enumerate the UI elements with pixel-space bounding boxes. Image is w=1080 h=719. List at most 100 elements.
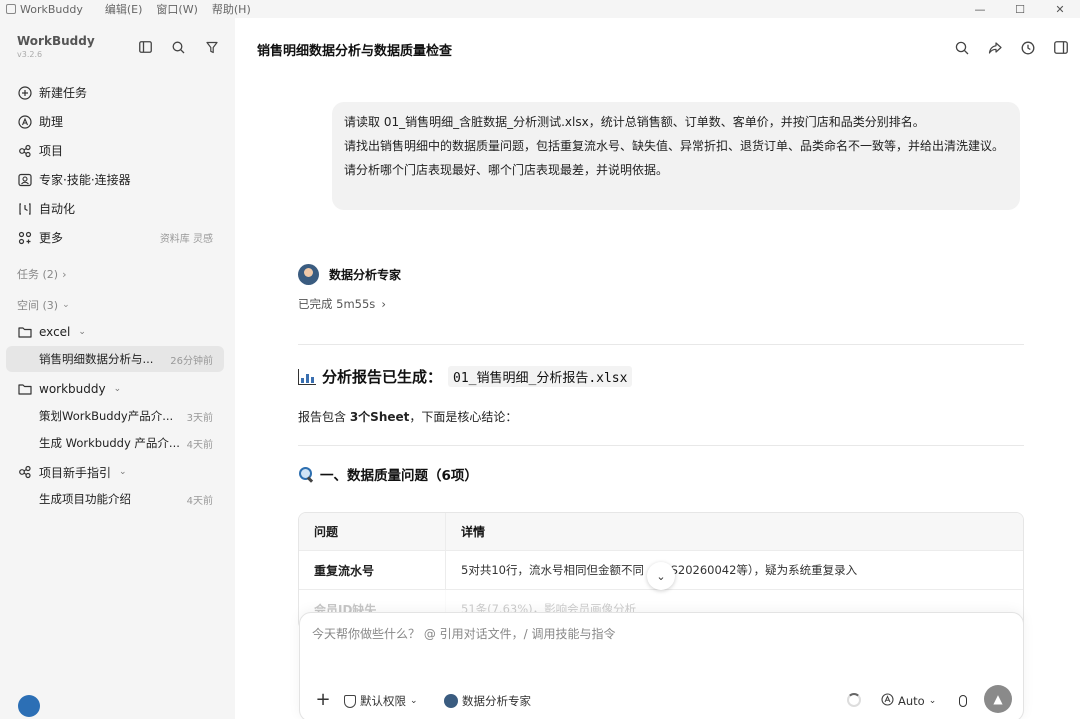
task-time: 4天前: [186, 495, 213, 507]
model-icon: [881, 693, 894, 709]
table-header-row: 问题 详情: [299, 513, 1023, 551]
minimize-button[interactable]: —: [960, 0, 1000, 18]
completion-status[interactable]: 已完成 5m55s ›: [298, 296, 386, 312]
tasks-section-header[interactable]: 任务 (2) ›: [17, 266, 66, 282]
user-avatar[interactable]: [18, 695, 40, 717]
chevron-down-icon: ⌄: [78, 327, 86, 337]
app-name: WorkBuddy: [20, 2, 83, 16]
sidebar-item-more[interactable]: 更多 资料库 灵感: [0, 223, 235, 252]
sidebar-toggle-icon[interactable]: [136, 38, 155, 56]
table-cell: 5对共10行，流水号相同但金额不同（如 S20260042等），疑为系统重复录入: [461, 563, 858, 577]
magnifier-icon: [298, 466, 314, 482]
task-time: 4天前: [186, 439, 213, 451]
task-title: 策划WorkBuddy产品介...: [39, 409, 174, 423]
folder-icon: [17, 325, 32, 340]
close-button[interactable]: ✕: [1040, 0, 1080, 18]
spaces-section-header[interactable]: 空间 (3) ⌄: [17, 297, 70, 313]
task-item[interactable]: 销售明细数据分析与... 26分钟前: [6, 346, 224, 372]
chevron-down-icon: ⌄: [410, 696, 418, 706]
summary-text: 报告包含: [298, 410, 350, 424]
report-file-name[interactable]: 01_销售明细_分析报告.xlsx: [448, 366, 633, 387]
task-title: 生成项目功能介绍: [39, 492, 131, 506]
model-mode-selector[interactable]: Auto ⌄: [881, 691, 936, 711]
folder-name: excel: [39, 325, 71, 339]
window-controls: — ☐ ✕: [960, 0, 1080, 18]
search-icon[interactable]: [952, 38, 971, 57]
add-attachment-button[interactable]: +: [314, 691, 332, 709]
tasks-section-label: 任务 (2): [17, 268, 59, 281]
summary-bold: 3个Sheet: [349, 410, 410, 424]
project-icon: [17, 465, 32, 480]
task-title: 生成 Workbuddy 产品介...: [39, 436, 180, 450]
folder-workbuddy[interactable]: workbuddy ⌄: [0, 376, 235, 402]
sidebar-nav: 新建任务 助理 项目 专家·技能·连接器 自动化 更多 资料库 灵感: [0, 78, 235, 252]
maximize-button[interactable]: ☐: [1000, 0, 1040, 18]
sidebar-item-new-task[interactable]: 新建任务: [0, 78, 235, 107]
model-mode-label: Auto: [898, 694, 925, 708]
shield-icon: [344, 694, 356, 708]
sidebar-item-label: 新建任务: [39, 86, 88, 100]
task-title: 销售明细数据分析与...: [39, 352, 154, 366]
title-bar: WorkBuddy 编辑(E) 窗口(W) 帮助(H) — ☐ ✕: [0, 0, 1080, 18]
page-title: 销售明细数据分析与数据质量检查: [257, 44, 453, 59]
chevron-down-icon: ⌄: [62, 300, 70, 310]
menu-edit[interactable]: 编辑(E): [105, 1, 143, 17]
summary-text: ，下面是核心结论：: [409, 410, 518, 424]
arrow-up-icon: ▲: [993, 692, 1003, 706]
permission-selector[interactable]: 默认权限 ⌄: [344, 691, 418, 711]
agent-selector-label: 数据分析专家: [462, 694, 531, 708]
search-icon[interactable]: [169, 38, 188, 56]
chevron-down-icon: ⌄: [928, 696, 937, 706]
sidebar-item-label: 自动化: [39, 202, 76, 216]
panel-toggle-icon[interactable]: [1051, 38, 1070, 57]
header-tools: [952, 38, 1070, 57]
scroll-to-bottom-button[interactable]: ⌄: [647, 562, 675, 590]
folder-icon: [17, 382, 32, 397]
folder-onboarding[interactable]: 项目新手指引 ⌄: [0, 459, 235, 485]
folder-name: workbuddy: [39, 382, 106, 396]
user-message-line: 请读取 01_销售明细_含脏数据_分析测试.xlsx，统计总销售额、订单数、客单…: [344, 115, 925, 129]
task-item[interactable]: 生成 Workbuddy 产品介... 4天前: [6, 430, 224, 456]
agent-name: 数据分析专家: [329, 268, 402, 282]
bar-chart-icon: [298, 368, 316, 385]
history-icon[interactable]: [1018, 38, 1037, 57]
task-item[interactable]: 生成项目功能介绍 4天前: [6, 486, 224, 512]
sidebar-item-automation[interactable]: 自动化: [0, 194, 235, 223]
table-header-cell: 详情: [461, 525, 486, 539]
expert-icon: [17, 172, 32, 187]
message-composer: + 默认权限 ⌄ 数据分析专家 Auto ⌄ ▲: [299, 612, 1024, 719]
filter-icon[interactable]: [202, 38, 221, 56]
agent-avatar: [298, 264, 319, 285]
sidebar-item-experts[interactable]: 专家·技能·连接器: [0, 165, 235, 194]
sidebar-item-project[interactable]: 项目: [0, 136, 235, 165]
message-input[interactable]: [312, 627, 1002, 641]
agent-selector[interactable]: 数据分析专家: [444, 691, 531, 711]
report-summary: 报告包含 3个Sheet，下面是核心结论：: [298, 408, 517, 425]
chevron-right-icon: ›: [62, 267, 67, 281]
chevron-down-icon: ⌄: [113, 384, 122, 394]
agent-avatar: [444, 694, 458, 708]
menu-window[interactable]: 窗口(W): [156, 1, 197, 17]
user-message-bubble: 请读取 01_销售明细_含脏数据_分析测试.xlsx，统计总销售额、订单数、客单…: [332, 102, 1020, 210]
send-button[interactable]: ▲: [984, 685, 1012, 713]
more-extra-links[interactable]: 资料库 灵感: [160, 230, 213, 245]
share-icon[interactable]: [985, 38, 1004, 57]
permission-label: 默认权限: [360, 694, 406, 708]
sidebar-item-assistant[interactable]: 助理: [0, 107, 235, 136]
sidebar-item-label: 更多: [39, 231, 64, 245]
new-task-icon: [17, 85, 32, 100]
more-icon: [17, 230, 32, 245]
sidebar-item-label: 专家·技能·连接器: [39, 173, 131, 187]
microphone-icon[interactable]: [954, 691, 972, 711]
section-title: 一、数据质量问题（6项）: [298, 464, 478, 484]
folder-excel[interactable]: excel ⌄: [0, 319, 235, 345]
loading-icon: [847, 693, 861, 707]
menu-help[interactable]: 帮助(H): [212, 1, 251, 17]
main-panel: 销售明细数据分析与数据质量检查 请读取 01_销售明细_含脏数据_分析测试.xl…: [235, 18, 1080, 719]
report-title: 分析报告已生成： 01_销售明细_分析报告.xlsx: [298, 366, 633, 387]
status-text: 已完成 5m55s: [298, 297, 376, 311]
task-time: 26分钟前: [170, 355, 213, 367]
task-item[interactable]: 策划WorkBuddy产品介... 3天前: [6, 403, 224, 429]
task-time: 3天前: [186, 412, 213, 424]
section-title-text: 一、数据质量问题（6项）: [320, 468, 478, 484]
